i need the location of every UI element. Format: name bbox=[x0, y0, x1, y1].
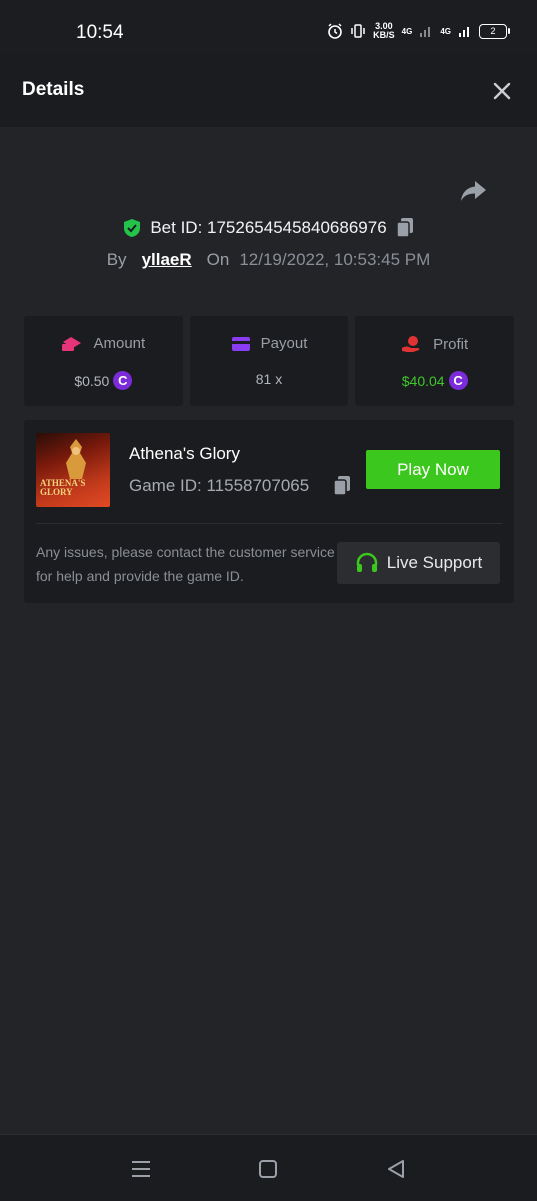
back-triangle-icon[interactable] bbox=[385, 1158, 407, 1180]
network-type-2: 4G bbox=[440, 26, 451, 36]
payout-label: Payout bbox=[260, 335, 308, 352]
payout-value: 81 x bbox=[255, 371, 283, 387]
bet-id-row: Bet ID: 1752654545840686976 bbox=[0, 214, 537, 242]
thumb-line-2: GLORY bbox=[40, 487, 73, 497]
battery-icon: 2 bbox=[479, 23, 510, 39]
bet-meta: By yllaeR On 12/19/2022, 10:53:45 PM bbox=[0, 248, 537, 272]
game-card: ATHENA'S GLORY Athena's Glory Game ID: 1… bbox=[24, 420, 514, 603]
amount-value: $0.50 bbox=[74, 372, 110, 389]
stat-amount: Amount $0.50 C bbox=[24, 316, 183, 406]
thumbnail-title: ATHENA'S GLORY bbox=[40, 479, 85, 497]
copy-game-id-icon[interactable] bbox=[332, 475, 352, 497]
speed-unit: KB/S bbox=[373, 30, 395, 40]
network-speed: 3.00 KB/S bbox=[373, 22, 395, 40]
network-type-1: 4G bbox=[401, 26, 413, 36]
status-icons: 3.00 KB/S 4G 4G 2 bbox=[327, 22, 510, 40]
amount-icon bbox=[62, 336, 82, 351]
system-nav-bar bbox=[0, 1134, 537, 1201]
game-name: Athena's Glory bbox=[129, 444, 240, 463]
live-support-button[interactable]: Live Support bbox=[337, 542, 500, 584]
verified-shield-icon bbox=[124, 219, 141, 237]
game-id: Game ID: 11558707065 bbox=[129, 476, 310, 495]
menu-icon[interactable] bbox=[130, 1158, 152, 1180]
stat-profit: Profit $40.04 C bbox=[355, 316, 515, 406]
coin-icon: C bbox=[448, 371, 468, 390]
page-title: Details bbox=[22, 79, 85, 100]
signal-icon bbox=[420, 27, 431, 37]
headset-icon bbox=[356, 552, 378, 572]
signal-icon-2 bbox=[459, 27, 469, 37]
status-time: 10:54 bbox=[76, 22, 124, 43]
help-text: Any issues, please contact the customer … bbox=[36, 544, 335, 584]
copy-bet-id-icon[interactable] bbox=[395, 217, 415, 239]
share-icon[interactable] bbox=[458, 176, 488, 206]
alarm-icon bbox=[328, 23, 342, 39]
profit-label: Profit bbox=[433, 335, 469, 353]
by-label: By bbox=[106, 250, 127, 269]
game-thumbnail[interactable]: ATHENA'S GLORY bbox=[36, 433, 110, 507]
bet-stats: Amount $0.50 C Payout 81 x Profit $40.04… bbox=[24, 316, 515, 406]
username-link[interactable]: yllaeR bbox=[142, 250, 192, 270]
vibrate-icon bbox=[351, 24, 365, 38]
bet-id: Bet ID: 1752654545840686976 bbox=[150, 218, 387, 237]
stat-payout: Payout 81 x bbox=[189, 316, 349, 406]
athena-figure-image bbox=[66, 439, 86, 479]
amount-label: Amount bbox=[93, 335, 146, 352]
bet-datetime: 12/19/2022, 10:53:45 PM bbox=[239, 250, 431, 269]
live-support-label: Live Support bbox=[386, 553, 483, 572]
details-header: Details bbox=[0, 54, 537, 127]
profit-hand-icon bbox=[402, 336, 420, 352]
divider bbox=[36, 523, 502, 524]
play-now-button[interactable]: Play Now bbox=[366, 450, 500, 489]
card-icon bbox=[231, 336, 250, 351]
on-label: On bbox=[206, 250, 230, 269]
close-icon[interactable] bbox=[491, 80, 513, 102]
status-bar: 10:54 3.00 KB/S 4G 4G 2 bbox=[0, 0, 537, 54]
profit-value: $40.04 bbox=[401, 372, 445, 389]
coin-icon: C bbox=[113, 371, 133, 390]
home-square-icon[interactable] bbox=[257, 1158, 279, 1180]
